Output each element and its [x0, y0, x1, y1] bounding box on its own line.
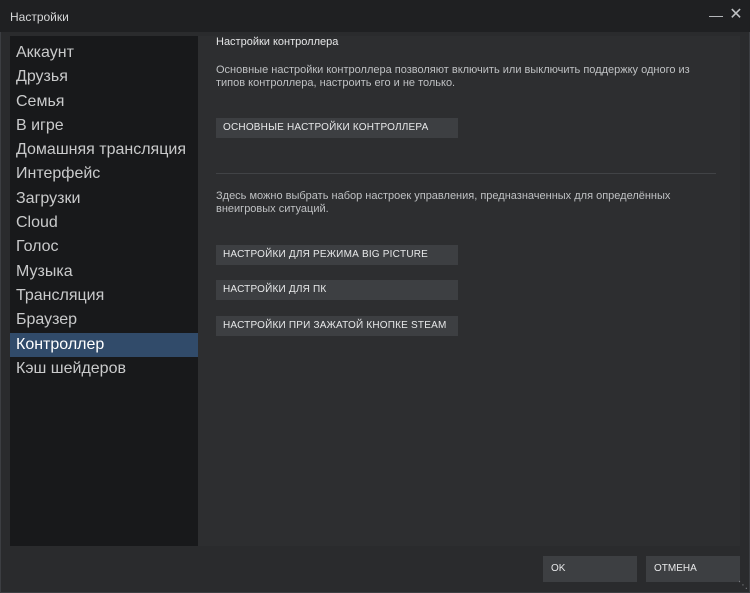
- minimize-icon[interactable]: —: [708, 6, 724, 24]
- cancel-button[interactable]: ОТМЕНА: [646, 556, 740, 582]
- sidebar-item-account[interactable]: Аккаунт: [10, 41, 198, 65]
- divider: [216, 173, 716, 174]
- sidebar-item-in-game[interactable]: В игре: [10, 114, 198, 138]
- sidebar-item-friends[interactable]: Друзья: [10, 65, 198, 89]
- resize-grip-icon[interactable]: ⋱: [738, 581, 748, 591]
- sidebar-item-family[interactable]: Семья: [10, 90, 198, 114]
- general-description: Основные настройки контроллера позволяют…: [216, 64, 690, 89]
- sidebar-item-voice[interactable]: Голос: [10, 235, 198, 259]
- sidebar-item-shader-cache[interactable]: Кэш шейдеров: [10, 357, 198, 381]
- sidebar-item-downloads[interactable]: Загрузки: [10, 187, 198, 211]
- sidebar-item-cloud[interactable]: Cloud: [10, 211, 198, 235]
- sidebar-item-interface[interactable]: Интерфейс: [10, 162, 198, 186]
- title-bar[interactable]: Настройки — ✕: [0, 0, 750, 32]
- ok-button[interactable]: OK: [543, 556, 637, 582]
- general-controller-settings-button[interactable]: ОСНОВНЫЕ НАСТРОЙКИ КОНТРОЛЛЕРА: [216, 118, 458, 138]
- sidebar-item-music[interactable]: Музыка: [10, 260, 198, 284]
- sidebar-item-browser[interactable]: Браузер: [10, 308, 198, 332]
- controller-settings-panel: Настройки контроллера Основные настройки…: [198, 36, 740, 546]
- guide-button-settings-button[interactable]: НАСТРОЙКИ ПРИ ЗАЖАТОЙ КНОПКЕ STEAM: [216, 316, 458, 336]
- sidebar-item-controller[interactable]: Контроллер: [10, 333, 198, 357]
- context-description: Здесь можно выбрать набор настроек управ…: [216, 190, 671, 215]
- close-icon[interactable]: ✕: [728, 6, 744, 24]
- settings-window: Настройки — ✕ Аккаунт Друзья Семья В игр…: [0, 0, 750, 593]
- big-picture-settings-button[interactable]: НАСТРОЙКИ ДЛЯ РЕЖИМА BIG PICTURE: [216, 245, 458, 265]
- sidebar-item-broadcasting[interactable]: Трансляция: [10, 284, 198, 308]
- settings-sidebar: Аккаунт Друзья Семья В игре Домашняя тра…: [10, 36, 198, 546]
- sidebar-item-remote-play[interactable]: Домашняя трансляция: [10, 138, 198, 162]
- window-title: Настройки: [10, 10, 69, 24]
- section-title: Настройки контроллера: [216, 36, 339, 48]
- desktop-settings-button[interactable]: НАСТРОЙКИ ДЛЯ ПК: [216, 280, 458, 300]
